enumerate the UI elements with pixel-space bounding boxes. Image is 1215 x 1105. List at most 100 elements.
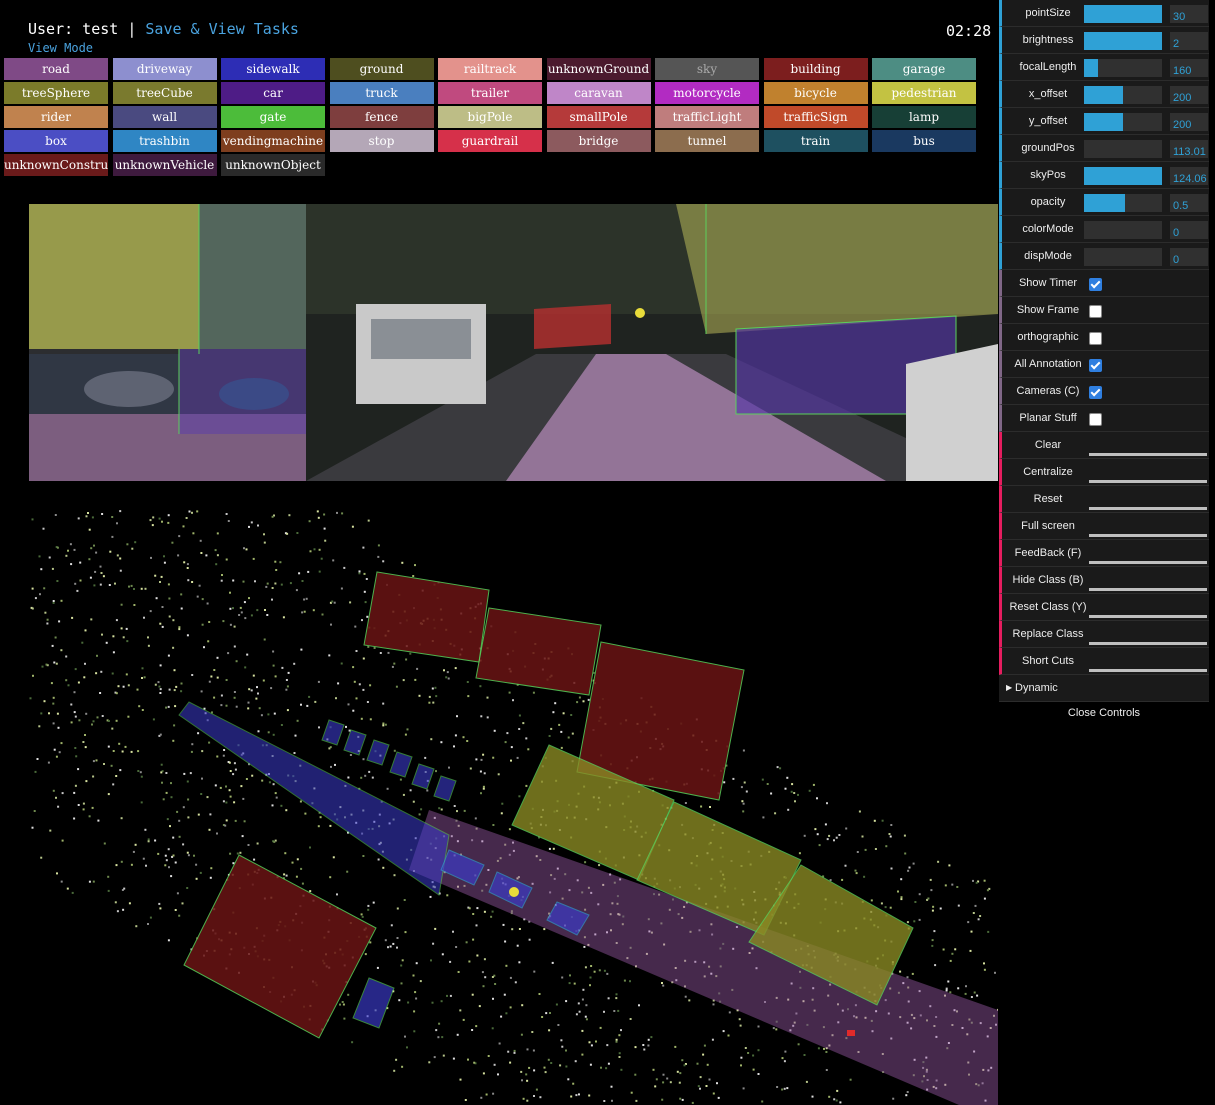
class-button-trashbin[interactable]: trashbin: [112, 130, 217, 152]
class-button-bicycle[interactable]: bicycle: [763, 82, 868, 104]
class-button-trailer[interactable]: trailer: [438, 82, 542, 104]
class-button-trafficsign[interactable]: trafficSign: [763, 106, 868, 128]
building-box-4: [183, 854, 377, 1039]
slider[interactable]: [1084, 113, 1162, 131]
point-cloud-view[interactable]: [29, 510, 998, 1105]
class-button-treesphere[interactable]: treeSphere: [4, 82, 108, 104]
close-controls-button[interactable]: Close Controls: [999, 702, 1209, 724]
slider-fill: [1084, 32, 1162, 50]
left-camera-image: [29, 204, 306, 481]
toggle-planar-stuff: Planar Stuff: [999, 405, 1209, 432]
control-x_offset: x_offset 200: [999, 81, 1209, 108]
slider-fill: [1084, 167, 1162, 185]
checkbox[interactable]: [1089, 359, 1102, 372]
class-button-truck[interactable]: truck: [329, 82, 434, 104]
class-button-driveway[interactable]: driveway: [112, 58, 217, 80]
class-button-bus[interactable]: bus: [872, 130, 976, 152]
class-button-tunnel[interactable]: tunnel: [655, 130, 759, 152]
value-field[interactable]: 200: [1170, 86, 1208, 104]
checkbox[interactable]: [1089, 386, 1102, 399]
slider[interactable]: [1084, 86, 1162, 104]
hide-class-b-button[interactable]: Hide Class (B): [999, 567, 1209, 594]
checkbox[interactable]: [1089, 305, 1102, 318]
control-label: Show Frame: [1016, 304, 1080, 316]
slider[interactable]: [1084, 59, 1162, 77]
user-label: User: test |: [28, 20, 137, 38]
value-field[interactable]: 200: [1170, 113, 1208, 131]
toggle-cameras-c: Cameras (C): [999, 378, 1209, 405]
class-button-smallpole[interactable]: smallPole: [546, 106, 651, 128]
class-button-guardrail[interactable]: guardrail: [438, 130, 542, 152]
class-button-caravan[interactable]: caravan: [546, 82, 651, 104]
camera-view[interactable]: [29, 204, 998, 481]
class-button-wall[interactable]: wall: [112, 106, 217, 128]
class-button-treecube[interactable]: treeCube: [112, 82, 217, 104]
value-field[interactable]: 30: [1170, 5, 1208, 23]
class-button-vendingmachine[interactable]: vendingmachine: [221, 130, 325, 152]
class-button-unknownobject[interactable]: unknownObject: [221, 154, 325, 176]
slider[interactable]: [1084, 221, 1162, 239]
toggle-show-frame: Show Frame: [999, 297, 1209, 324]
short-cuts-button[interactable]: Short Cuts: [999, 648, 1209, 675]
value-field[interactable]: 2: [1170, 32, 1208, 50]
value-field[interactable]: 113.01: [1170, 140, 1208, 158]
full-screen-button[interactable]: Full screen: [999, 513, 1209, 540]
clear-button[interactable]: Clear: [999, 432, 1209, 459]
class-button-bridge[interactable]: bridge: [546, 130, 651, 152]
class-button-road[interactable]: road: [4, 58, 108, 80]
class-button-unknownconstruction[interactable]: unknownConstruction: [4, 154, 108, 176]
toggle-all-annotation: All Annotation: [999, 351, 1209, 378]
slider-fill: [1084, 194, 1125, 212]
class-button-unknownvehicle[interactable]: unknownVehicle: [112, 154, 217, 176]
class-button-unknownground[interactable]: unknownGround: [546, 58, 651, 80]
button-bar: [1089, 453, 1207, 456]
slider[interactable]: [1084, 167, 1162, 185]
value-field[interactable]: 0: [1170, 221, 1208, 239]
control-label: orthographic: [1017, 331, 1079, 343]
triangle-right-icon: ▶: [1006, 683, 1013, 692]
class-button-gate[interactable]: gate: [221, 106, 325, 128]
class-button-trafficlight[interactable]: trafficLight: [655, 106, 759, 128]
value-field[interactable]: 0.5: [1170, 194, 1208, 212]
reset-button[interactable]: Reset: [999, 486, 1209, 513]
folder-dynamic[interactable]: ▶ Dynamic: [999, 675, 1209, 702]
class-button-lamp[interactable]: lamp: [872, 106, 976, 128]
reset-class-y-button[interactable]: Reset Class (Y): [999, 594, 1209, 621]
button-bar: [1089, 615, 1207, 618]
checkbox[interactable]: [1089, 413, 1102, 426]
value-field[interactable]: 124.06: [1170, 167, 1208, 185]
control-label: Show Timer: [1018, 277, 1078, 289]
class-button-fence[interactable]: fence: [329, 106, 434, 128]
class-button-box[interactable]: box: [4, 130, 108, 152]
class-button-car[interactable]: car: [221, 82, 325, 104]
checkbox[interactable]: [1089, 278, 1102, 291]
checkbox[interactable]: [1089, 332, 1102, 345]
slider[interactable]: [1084, 5, 1162, 23]
control-label: colorMode: [1022, 223, 1074, 235]
save-view-tasks-link[interactable]: Save & View Tasks: [145, 20, 299, 38]
feedback-f-button[interactable]: FeedBack (F): [999, 540, 1209, 567]
slider[interactable]: [1084, 32, 1162, 50]
class-button-train[interactable]: train: [763, 130, 868, 152]
value-field[interactable]: 160: [1170, 59, 1208, 77]
slider[interactable]: [1084, 194, 1162, 212]
class-button-ground[interactable]: ground: [329, 58, 434, 80]
class-button-motorcycle[interactable]: motorcycle: [655, 82, 759, 104]
replace-class-button[interactable]: Replace Class: [999, 621, 1209, 648]
class-button-stop[interactable]: stop: [329, 130, 434, 152]
class-button-building[interactable]: building: [763, 58, 868, 80]
control-label: opacity: [1030, 196, 1066, 208]
class-button-railtrack[interactable]: railtrack: [438, 58, 542, 80]
class-button-sidewalk[interactable]: sidewalk: [221, 58, 325, 80]
class-button-pedestrian[interactable]: pedestrian: [872, 82, 976, 104]
class-button-rider[interactable]: rider: [4, 106, 108, 128]
slider[interactable]: [1084, 248, 1162, 266]
class-button-garage[interactable]: garage: [872, 58, 976, 80]
value-field[interactable]: 0: [1170, 248, 1208, 266]
slider[interactable]: [1084, 140, 1162, 158]
class-button-bigpole[interactable]: bigPole: [438, 106, 542, 128]
class-button-sky[interactable]: sky: [655, 58, 759, 80]
button-bar: [1089, 588, 1207, 591]
red-marker: [847, 1030, 855, 1036]
centralize-button[interactable]: Centralize: [999, 459, 1209, 486]
